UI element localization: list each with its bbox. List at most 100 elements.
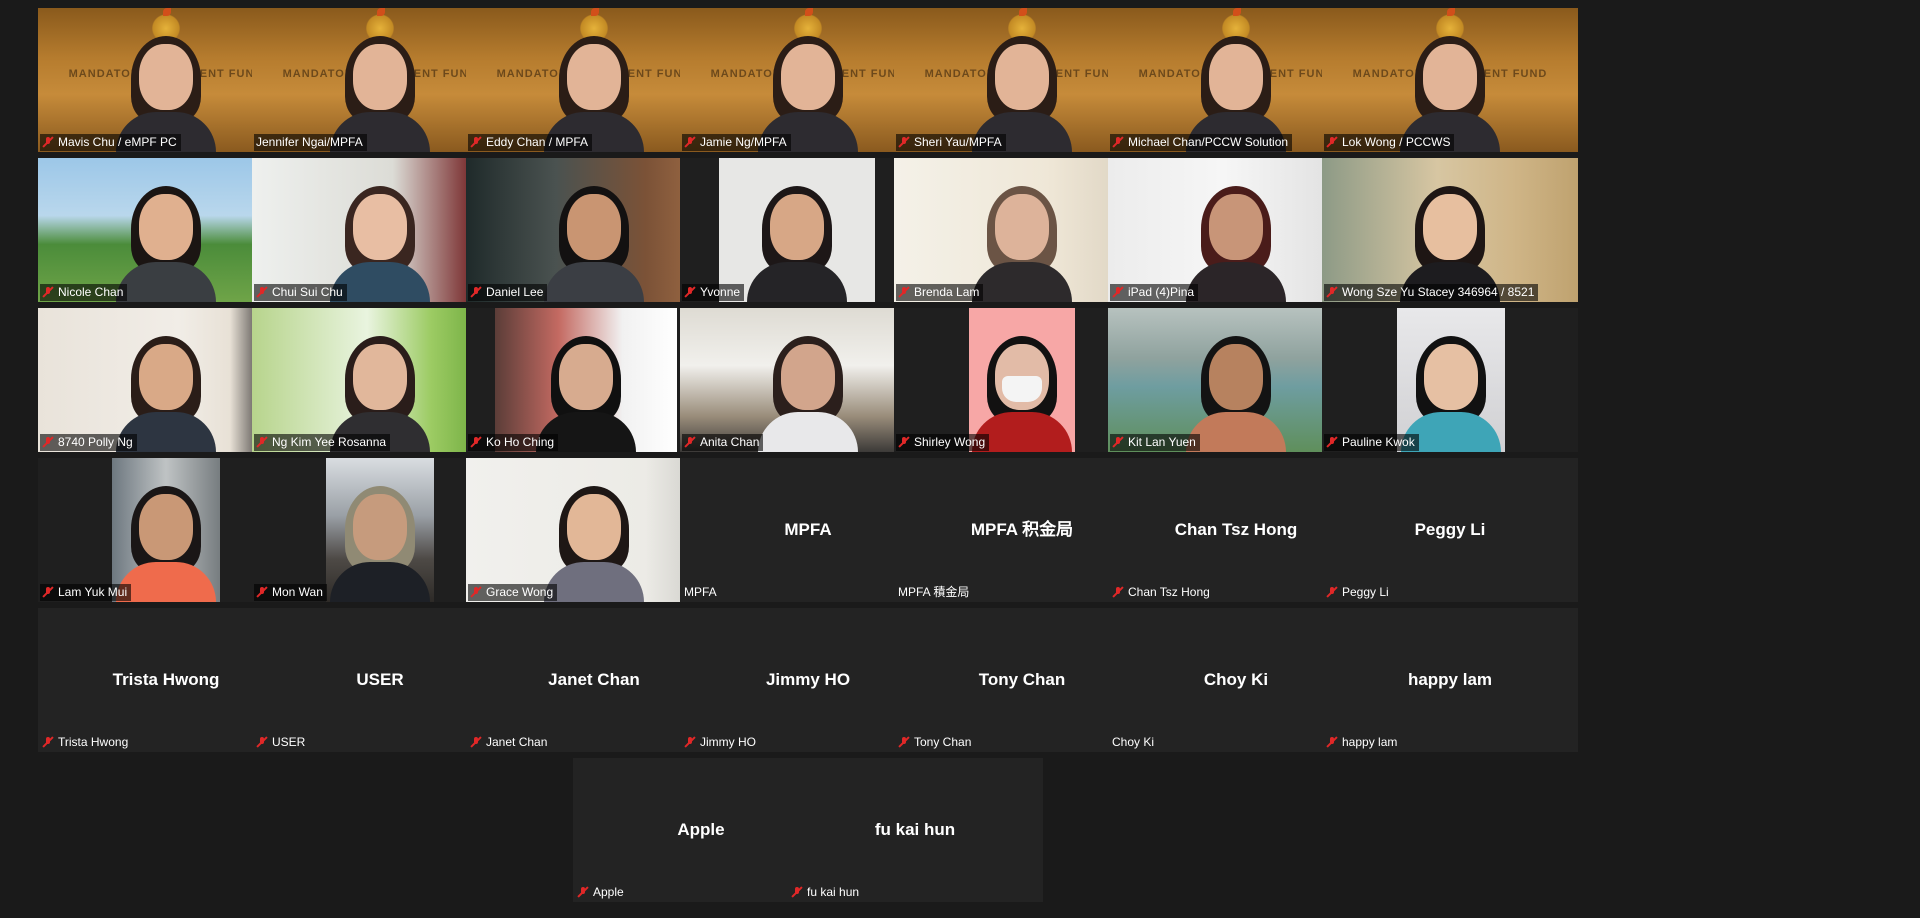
participant-name: Anita Chan	[700, 435, 760, 449]
person-face	[1423, 194, 1477, 260]
participant-name: happy lam	[1342, 735, 1398, 749]
muted-mic-icon	[898, 736, 910, 748]
name-label: Wong Sze Yu Stacey 346964 / 8521	[1324, 284, 1539, 301]
participant-name: Mavis Chu / eMPF PC	[58, 135, 177, 149]
person-face	[781, 344, 835, 410]
muted-mic-icon	[684, 136, 696, 148]
name-label: Daniel Lee	[468, 284, 548, 301]
person-face	[567, 494, 621, 560]
person-face	[139, 194, 193, 260]
name-label: Jimmy HO	[682, 734, 760, 751]
video-feed: MANDATORY PROVIDENT FUND	[1322, 8, 1578, 152]
video-feed	[969, 308, 1075, 452]
muted-mic-icon	[898, 286, 910, 298]
participant-name: Ko Ho Ching	[486, 435, 555, 449]
muted-mic-icon	[1112, 286, 1124, 298]
name-label: MPFA	[682, 584, 721, 601]
participant-name: Yvonne	[700, 285, 741, 299]
name-label: USER	[254, 734, 309, 751]
participant-name: Mon Wan	[272, 585, 323, 599]
participant-name: Grace Wong	[486, 585, 554, 599]
name-label: Michael Chan/PCCW Solution	[1110, 134, 1293, 151]
muted-mic-icon	[42, 736, 54, 748]
participant-tile-wong-sze-yu-stacey-346964-8521[interactable]: Wong Sze Yu Stacey 346964 / 8521	[1322, 158, 1578, 302]
participant-name: Choy Ki	[1112, 735, 1155, 749]
person-face	[770, 194, 824, 260]
muted-mic-icon	[1112, 436, 1124, 448]
participant-name: Brenda Lam	[914, 285, 980, 299]
person-face	[1209, 344, 1263, 410]
name-label: Jennifer Ngai/MPFA	[254, 134, 367, 151]
participant-video-person	[539, 184, 649, 302]
muted-mic-icon	[1326, 736, 1338, 748]
person-face	[995, 44, 1049, 110]
name-label: Ko Ho Ching	[468, 434, 559, 451]
participant-name: Ng Kim Yee Rosanna	[272, 435, 387, 449]
participant-name: iPad (4)Pina	[1128, 285, 1195, 299]
display-name: Peggy Li	[1414, 520, 1486, 539]
participant-video-person	[111, 184, 221, 302]
person-face	[139, 344, 193, 410]
person-body	[747, 262, 847, 302]
video-feed	[1397, 308, 1505, 452]
name-label: Anita Chan	[682, 434, 764, 451]
name-label: Shirley Wong	[896, 434, 990, 451]
participant-tile-peggy-li[interactable]: Peggy Li Peggy Li	[1322, 458, 1578, 602]
muted-mic-icon	[1326, 286, 1338, 298]
muted-mic-icon	[42, 286, 54, 298]
muted-mic-icon	[791, 886, 803, 898]
participant-name: USER	[272, 735, 306, 749]
participant-name: Daniel Lee	[486, 285, 544, 299]
muted-mic-icon	[42, 436, 54, 448]
muted-mic-icon	[256, 586, 268, 598]
participant-tile-pauline-kwok[interactable]: Pauline Kwok	[1322, 308, 1578, 452]
video-feed	[326, 458, 434, 602]
person-body	[1186, 412, 1286, 452]
person-body	[116, 262, 216, 302]
person-face	[1424, 344, 1478, 410]
person-body	[972, 262, 1072, 302]
name-label: Sheri Yau/MPFA	[896, 134, 1006, 151]
person-face	[1423, 44, 1477, 110]
participant-name: 8740 Polly Ng	[58, 435, 133, 449]
participant-name: MPFA	[684, 585, 717, 599]
name-label: Lok Wong / PCCWS	[1324, 134, 1455, 151]
participant-name: fu kai hun	[807, 885, 860, 899]
video-feed	[719, 158, 875, 302]
video-feed	[1322, 158, 1578, 302]
muted-mic-icon	[470, 736, 482, 748]
participant-name: Sheri Yau/MPFA	[914, 135, 1002, 149]
participant-name: MPFA 積金局	[898, 585, 970, 599]
participant-video-person	[326, 484, 434, 602]
muted-mic-icon	[470, 586, 482, 598]
participant-name: Lok Wong / PCCWS	[1342, 135, 1451, 149]
name-label: fu kai hun	[789, 884, 863, 901]
name-label: Kit Lan Yuen	[1110, 434, 1200, 451]
person-face	[353, 344, 407, 410]
name-label: Trista Hwong	[40, 734, 132, 751]
participant-tile-lok-wong-pccws[interactable]: MANDATORY PROVIDENT FUNDLok Wong / PCCWS	[1322, 8, 1578, 152]
display-name: fu kai hun	[874, 820, 956, 839]
person-face	[781, 44, 835, 110]
person-face	[139, 44, 193, 110]
face-mask	[1002, 376, 1042, 402]
name-label: Choy Ki	[1110, 734, 1158, 751]
participant-name: Jennifer Ngai/MPFA	[256, 135, 363, 149]
video-feed	[112, 458, 220, 602]
person-face	[353, 44, 407, 110]
name-label: happy lam	[1324, 734, 1401, 751]
person-face	[1209, 194, 1263, 260]
muted-mic-icon	[684, 286, 696, 298]
muted-mic-icon	[577, 886, 589, 898]
participant-tile-fu-kai-hun[interactable]: fu kai hun fu kai hun	[787, 758, 1043, 902]
participant-tile-happy-lam[interactable]: happy lam happy lam	[1322, 608, 1578, 752]
muted-mic-icon	[898, 136, 910, 148]
muted-mic-icon	[1112, 136, 1124, 148]
participant-name: Chui Sui Chu	[272, 285, 343, 299]
participant-name: Pauline Kwok	[1342, 435, 1415, 449]
muted-mic-icon	[42, 136, 54, 148]
person-face	[995, 194, 1049, 260]
person-face	[139, 494, 193, 560]
person-face	[353, 494, 407, 560]
name-label: Grace Wong	[468, 584, 558, 601]
